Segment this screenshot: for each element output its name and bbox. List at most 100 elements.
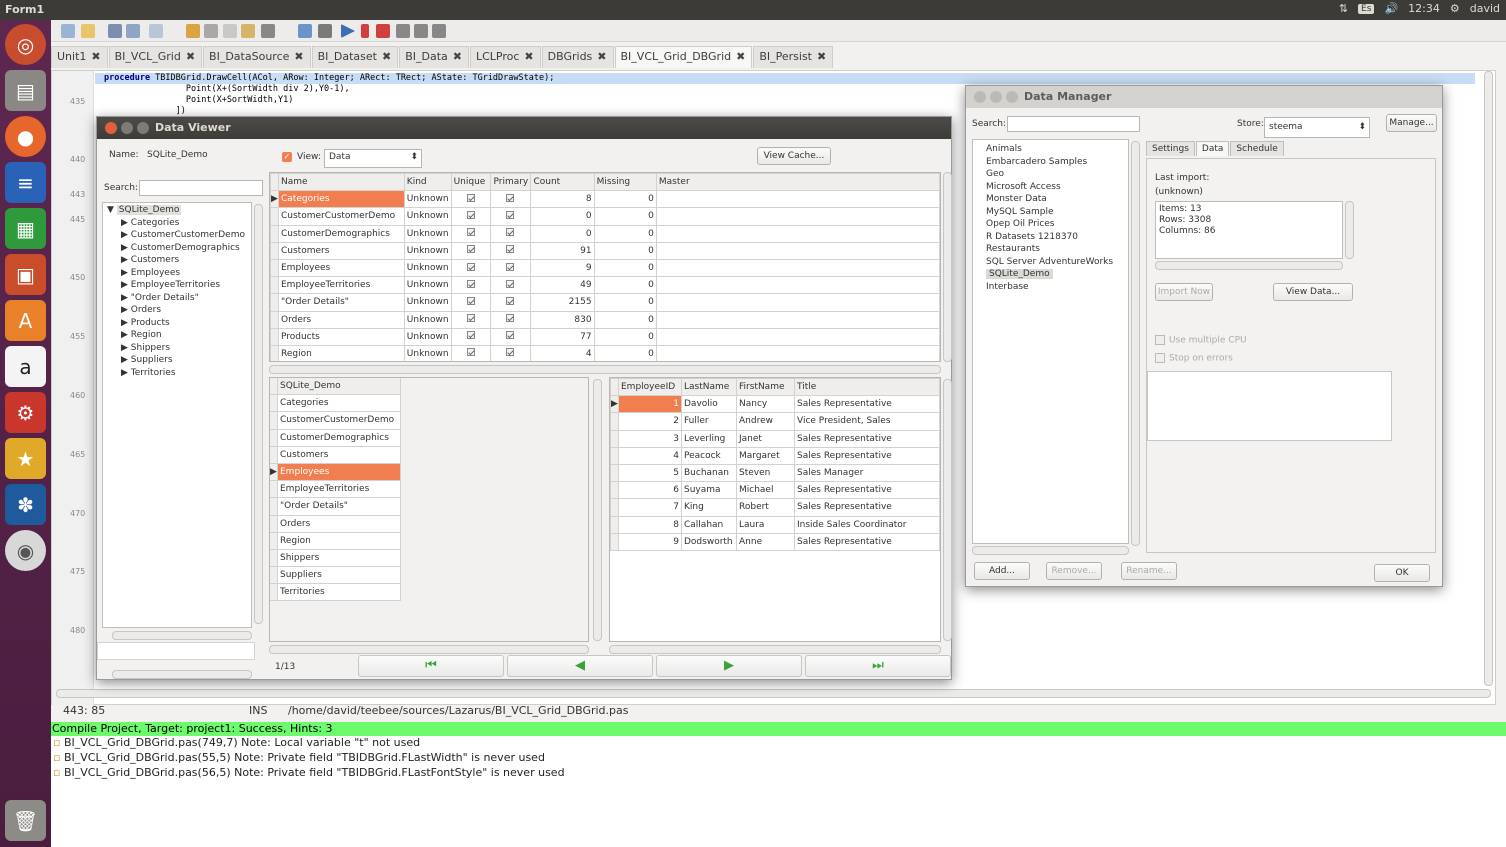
expand-right-icon[interactable]: ▶ bbox=[121, 243, 128, 253]
column-header[interactable]: Count bbox=[530, 173, 595, 192]
manage-button[interactable]: Manage... bbox=[1386, 114, 1437, 132]
list-item[interactable]: MySQL Sample bbox=[986, 206, 1128, 219]
tab-bi-vcl-grid-dbgrid[interactable]: BI_VCL_Grid_DBGrid ✖ bbox=[614, 46, 753, 68]
column-header[interactable]: Master bbox=[655, 173, 940, 192]
primary-checkbox[interactable] bbox=[506, 279, 515, 288]
keyboard-layout-indicator[interactable]: Es bbox=[1358, 3, 1375, 14]
table-row[interactable]: Customers Unknown 91 0 bbox=[270, 241, 940, 260]
ok-button[interactable]: OK bbox=[1374, 564, 1430, 582]
unique-checkbox[interactable] bbox=[466, 262, 475, 271]
column-header[interactable]: Title bbox=[794, 378, 940, 397]
memo-horizontal-scrollbar[interactable] bbox=[1155, 261, 1343, 270]
save-icon[interactable] bbox=[108, 24, 122, 38]
unique-checkbox[interactable] bbox=[466, 314, 475, 323]
list-item[interactable]: EmployeeTerritories bbox=[269, 480, 401, 499]
expand-right-icon[interactable]: ▶ bbox=[121, 218, 128, 228]
unique-checkbox[interactable] bbox=[466, 296, 475, 305]
new-form-icon[interactable] bbox=[149, 24, 163, 38]
view-checkbox[interactable]: ✓ bbox=[282, 152, 292, 162]
employees-horizontal-scrollbar[interactable] bbox=[609, 645, 941, 654]
clock[interactable]: 12:34 bbox=[1408, 2, 1440, 15]
table-row[interactable]: 9 Dodsworth Anne Sales Representative bbox=[610, 532, 940, 551]
expand-right-icon[interactable]: ▶ bbox=[121, 293, 128, 303]
open-icon[interactable] bbox=[81, 24, 95, 38]
table-row[interactable]: 6 Suyama Michael Sales Representative bbox=[610, 481, 940, 500]
list-item[interactable]: Geo bbox=[986, 168, 1128, 181]
stop-on-errors-checkbox[interactable]: Stop on errors bbox=[1155, 353, 1233, 364]
tree-item[interactable]: ▶ CustomerDemographics bbox=[103, 242, 251, 255]
tree-item[interactable]: ▶ "Order Details" bbox=[103, 292, 251, 305]
tree-item[interactable]: ▶ Suppliers bbox=[103, 354, 251, 367]
unique-checkbox[interactable] bbox=[466, 245, 475, 254]
tree-item[interactable]: ▶ Orders bbox=[103, 304, 251, 317]
unique-checkbox[interactable] bbox=[466, 331, 475, 340]
new-unit-icon[interactable] bbox=[61, 24, 75, 38]
list-item[interactable]: CustomerCustomerDemo bbox=[269, 411, 401, 430]
tree-item[interactable]: ▶ Territories bbox=[103, 367, 251, 380]
trash-icon[interactable]: 🗑 bbox=[5, 800, 46, 841]
import-now-button[interactable]: Import Now bbox=[1155, 283, 1213, 301]
add-button[interactable]: Add... bbox=[974, 562, 1030, 580]
close-icon[interactable] bbox=[974, 91, 986, 103]
memo-vertical-scrollbar[interactable] bbox=[1345, 201, 1354, 259]
viewer-search-input[interactable] bbox=[139, 180, 263, 196]
volume-icon[interactable]: 🔊 bbox=[1384, 2, 1398, 15]
tree-horizontal-scrollbar[interactable] bbox=[112, 631, 252, 640]
expand-right-icon[interactable]: ▶ bbox=[121, 255, 128, 265]
list-item[interactable]: Opep Oil Prices bbox=[986, 218, 1128, 231]
primary-checkbox[interactable] bbox=[506, 314, 515, 323]
primary-checkbox[interactable] bbox=[506, 262, 515, 271]
column-header[interactable]: Kind bbox=[403, 173, 452, 192]
tab-unit1[interactable]: Unit1 ✖ bbox=[51, 46, 108, 68]
tree-item[interactable]: ▶ EmployeeTerritories bbox=[103, 279, 251, 292]
list-item[interactable]: SQL Server AdventureWorks bbox=[986, 256, 1128, 269]
table-row[interactable]: EmployeeTerritories Unknown 49 0 bbox=[270, 276, 940, 295]
tree-footer-scrollbar[interactable] bbox=[112, 670, 252, 679]
list-item[interactable]: Animals bbox=[986, 143, 1128, 156]
tab-schedule[interactable]: Schedule bbox=[1230, 141, 1284, 156]
expand-right-icon[interactable]: ▶ bbox=[121, 230, 128, 240]
paste-icon[interactable] bbox=[241, 24, 255, 38]
data-viewer-titlebar[interactable]: Data Viewer bbox=[97, 117, 951, 139]
list-item[interactable]: Restaurants bbox=[986, 243, 1128, 256]
store-select[interactable]: steema ⬍ bbox=[1264, 117, 1370, 138]
step-over-icon[interactable] bbox=[414, 24, 428, 38]
tree-item[interactable]: ▶ Categories bbox=[103, 217, 251, 230]
rename-button[interactable]: Rename... bbox=[1121, 562, 1177, 580]
expand-right-icon[interactable]: ▶ bbox=[121, 305, 128, 315]
impress-icon[interactable]: ▣ bbox=[5, 254, 46, 295]
list-vertical-scrollbar[interactable] bbox=[593, 379, 602, 641]
network-icon[interactable]: ⇅ bbox=[1339, 2, 1348, 15]
tab-bi-data[interactable]: BI_Data ✖ bbox=[399, 46, 469, 68]
unique-checkbox[interactable] bbox=[466, 210, 475, 219]
prior-record-button[interactable]: ◀ bbox=[507, 655, 653, 677]
save-all-icon[interactable] bbox=[126, 24, 140, 38]
expand-right-icon[interactable]: ▶ bbox=[121, 318, 128, 328]
table-row[interactable]: ▶ 1 Davolio Nancy Sales Representative bbox=[610, 395, 940, 414]
close-icon[interactable]: ✖ bbox=[186, 50, 195, 68]
stop-icon[interactable] bbox=[376, 24, 390, 38]
data-tree[interactable]: ▼ SQLite_Demo ▶ Categories ▶ CustomerCus… bbox=[102, 202, 252, 628]
tab-dbgrids[interactable]: DBGrids ✖ bbox=[541, 46, 614, 68]
calc-icon[interactable]: ▦ bbox=[5, 208, 46, 249]
step-into-icon[interactable] bbox=[396, 24, 410, 38]
import-stats-memo[interactable]: Items: 13 Rows: 3308 Columns: 86 bbox=[1155, 201, 1343, 259]
message-item[interactable]: ▫ BI_VCL_Grid_DBGrid.pas(55,5) Note: Pri… bbox=[51, 751, 1506, 766]
compile-success-message[interactable]: Compile Project, Target: project1: Succe… bbox=[51, 722, 1506, 736]
tree-item[interactable]: ▶ Customers bbox=[103, 254, 251, 267]
close-icon[interactable]: ✖ bbox=[736, 50, 745, 68]
table-row[interactable]: ▶ Categories Unknown 8 0 bbox=[270, 190, 940, 209]
column-header[interactable]: Primary bbox=[490, 173, 532, 192]
tab-data[interactable]: Data bbox=[1195, 141, 1230, 156]
system-settings-icon[interactable]: ⚙ bbox=[5, 392, 46, 433]
primary-checkbox[interactable] bbox=[506, 245, 515, 254]
column-header[interactable]: FirstName bbox=[736, 378, 795, 397]
unique-checkbox[interactable] bbox=[466, 279, 475, 288]
close-icon[interactable]: ✖ bbox=[91, 50, 100, 68]
stores-vertical-scrollbar[interactable] bbox=[1131, 141, 1140, 546]
data-manager-titlebar[interactable]: Data Manager bbox=[966, 86, 1442, 108]
firefox-icon[interactable]: ● bbox=[5, 116, 46, 157]
file-manager-icon[interactable]: ▤ bbox=[5, 70, 46, 111]
settings-gear-icon[interactable]: ⚙ bbox=[1450, 2, 1460, 15]
tree-item[interactable]: ▶ CustomerCustomerDemo bbox=[103, 229, 251, 242]
